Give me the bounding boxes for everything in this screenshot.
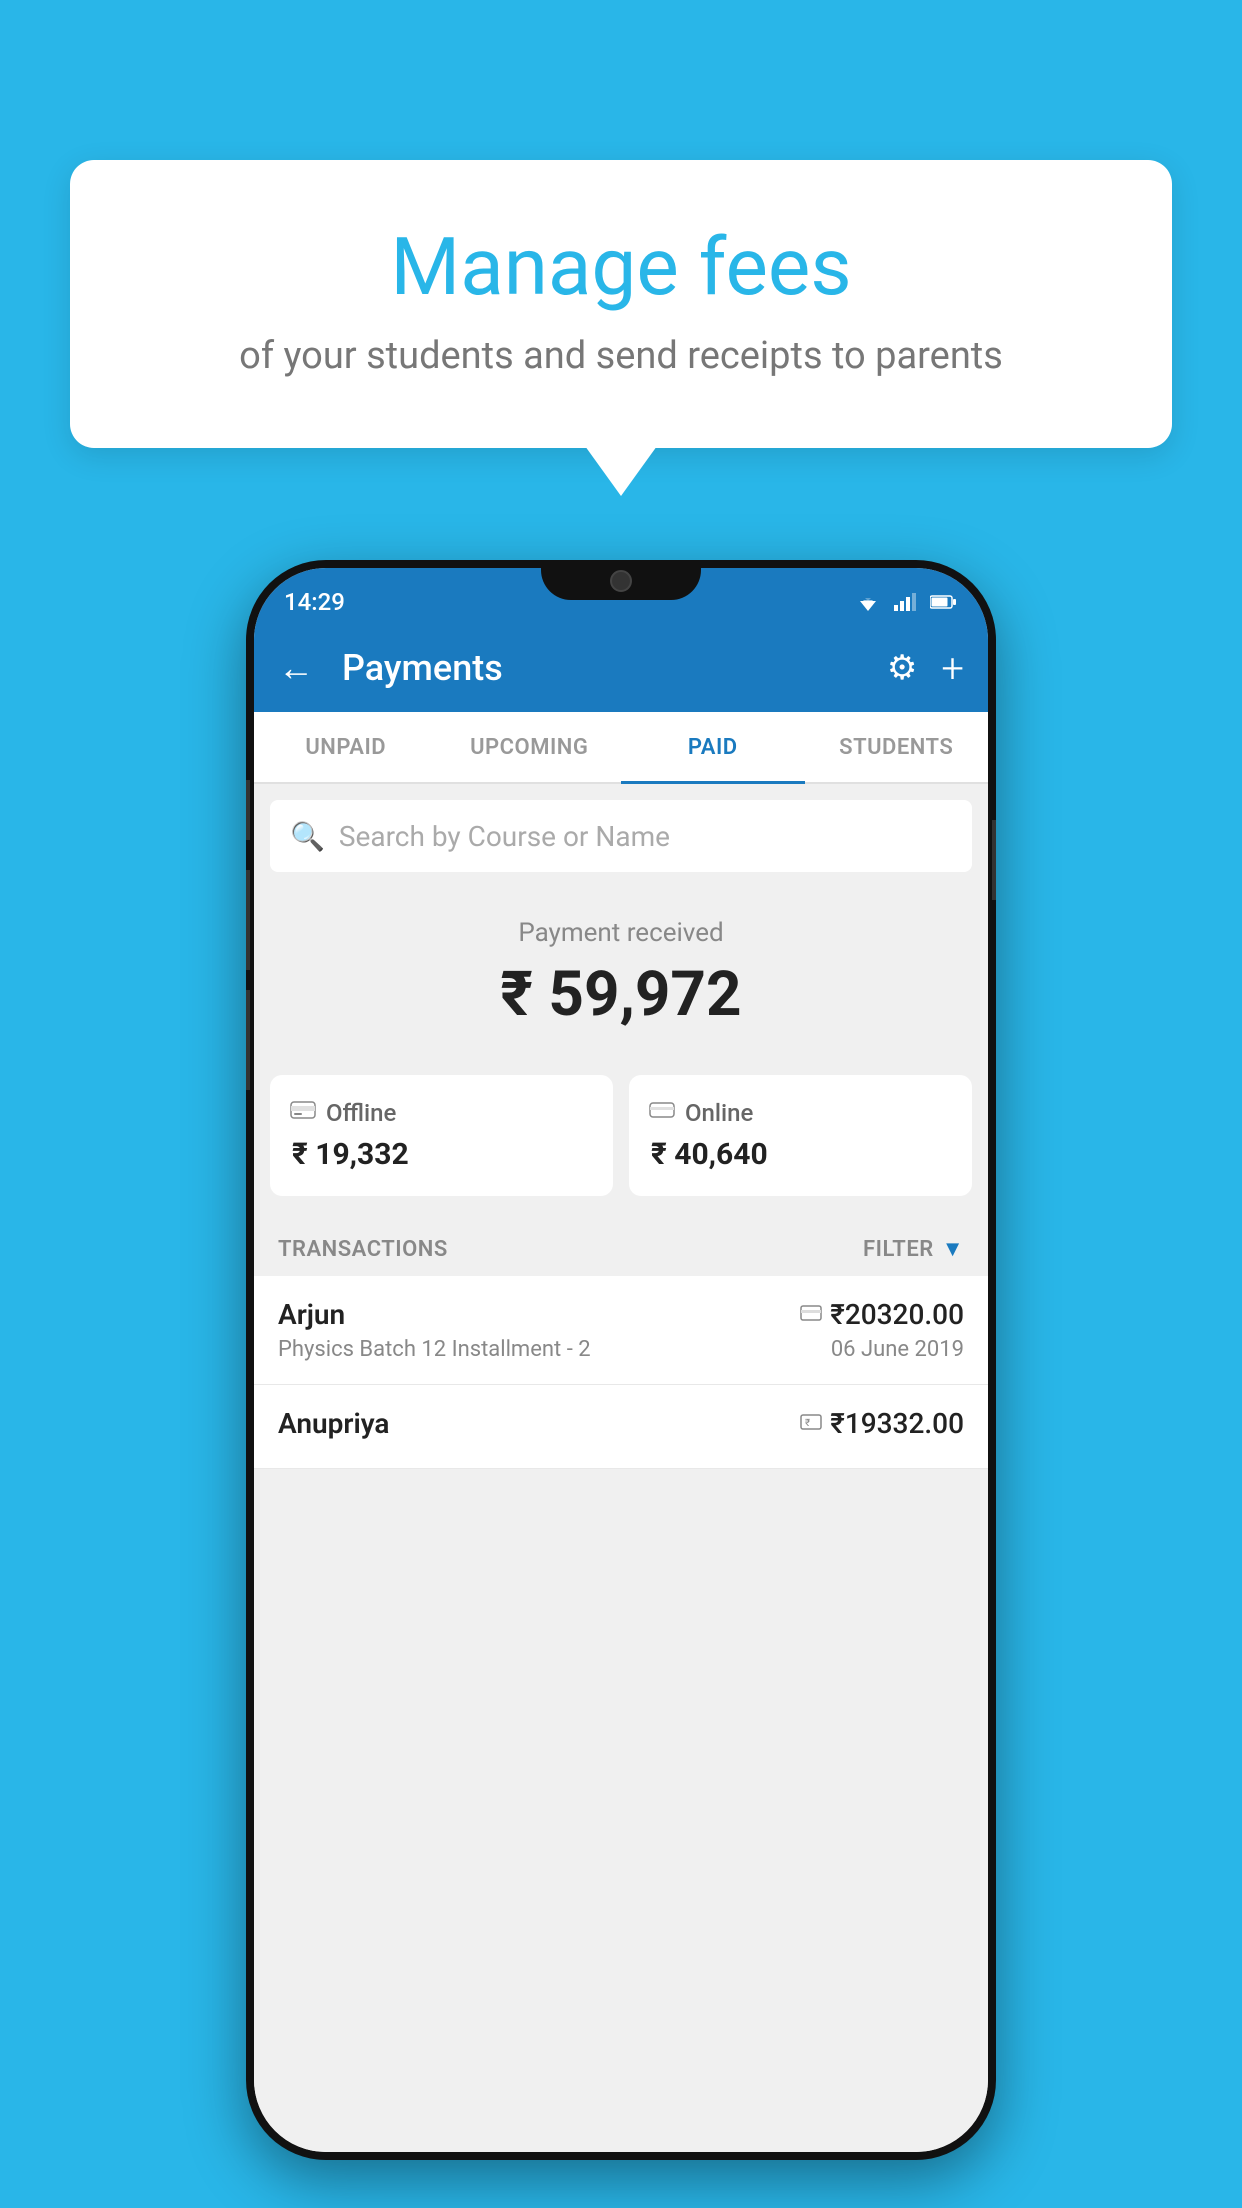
filter-icon: ▼ [942, 1236, 964, 1262]
tab-students[interactable]: STUDENTS [805, 712, 989, 782]
app-bar: ← Payments ⚙ + [254, 624, 988, 712]
filter-label: FILTER [863, 1237, 934, 1262]
back-button[interactable]: ← [278, 647, 314, 689]
transaction-amount-wrap-anupriya: ₹ ₹19332.00 [800, 1407, 964, 1440]
card-header-online: Online [649, 1099, 952, 1127]
transaction-row1-anupriya: Anupriya ₹ ₹19332.00 [278, 1407, 964, 1440]
transactions-label: TRANSACTIONS [278, 1237, 448, 1262]
volume-up-button [246, 780, 250, 840]
add-button[interactable]: + [941, 645, 964, 692]
offline-payment-card: Offline ₹ 19,332 [270, 1075, 613, 1196]
svg-text:₹: ₹ [805, 1418, 810, 1429]
phone-frame: 14:29 [246, 560, 996, 2160]
tab-unpaid[interactable]: UNPAID [254, 712, 438, 782]
transaction-amount-wrap-arjun: ₹20320.00 [800, 1298, 964, 1331]
online-card-icon [649, 1099, 675, 1127]
transactions-list: Arjun ₹20320.00 Physics [254, 1276, 988, 1469]
tab-upcoming[interactable]: UPCOMING [438, 712, 622, 782]
transaction-row2-arjun: Physics Batch 12 Installment - 2 06 June… [278, 1337, 964, 1362]
status-icons [854, 593, 958, 611]
camera-dot [610, 570, 632, 592]
battery-icon [930, 593, 958, 611]
transactions-header: TRANSACTIONS FILTER ▼ [254, 1216, 988, 1276]
transaction-name-arjun: Arjun [278, 1298, 345, 1331]
phone-screen: 14:29 [254, 568, 988, 2152]
transaction-amount-anupriya: ₹19332.00 [830, 1407, 964, 1440]
app-title: Payments [334, 647, 867, 689]
online-payment-card: Online ₹ 40,640 [629, 1075, 972, 1196]
speech-bubble: Manage fees of your students and send re… [70, 160, 1172, 448]
online-amount: ₹ 40,640 [649, 1137, 952, 1172]
transaction-name-anupriya: Anupriya [278, 1407, 389, 1440]
signal-icon [892, 593, 920, 611]
tab-bar: UNPAID UPCOMING PAID STUDENTS [254, 712, 988, 784]
search-bar[interactable]: 🔍 Search by Course or Name [270, 800, 972, 872]
payment-received-label: Payment received [274, 918, 968, 948]
main-content: 🔍 Search by Course or Name Payment recei… [254, 784, 988, 2152]
silent-button [246, 990, 250, 1090]
offline-amount: ₹ 19,332 [290, 1137, 593, 1172]
card-header-offline: Offline [290, 1099, 593, 1127]
search-icon: 🔍 [290, 820, 325, 853]
transaction-item[interactable]: Anupriya ₹ ₹19332.00 [254, 1385, 988, 1469]
bubble-title: Manage fees [110, 220, 1132, 314]
offline-payment-icon: ₹ [800, 1411, 822, 1436]
online-payment-icon [800, 1302, 822, 1327]
payment-cards-row: Offline ₹ 19,332 Online ₹ 4 [270, 1075, 972, 1216]
settings-icon[interactable]: ⚙ [887, 648, 917, 688]
payment-received-section: Payment received ₹ 59,972 [254, 888, 988, 1075]
transaction-amount-arjun: ₹20320.00 [830, 1298, 964, 1331]
transaction-row1-arjun: Arjun ₹20320.00 [278, 1298, 964, 1331]
status-time: 14:29 [284, 588, 345, 616]
offline-label: Offline [326, 1099, 396, 1127]
offline-card-icon [290, 1099, 316, 1127]
payment-received-amount: ₹ 59,972 [274, 958, 968, 1031]
online-label: Online [685, 1099, 753, 1127]
transaction-course-arjun: Physics Batch 12 Installment - 2 [278, 1337, 591, 1362]
tab-paid[interactable]: PAID [621, 712, 805, 782]
transaction-date-arjun: 06 June 2019 [831, 1337, 964, 1362]
transaction-item[interactable]: Arjun ₹20320.00 Physics [254, 1276, 988, 1385]
phone-notch [541, 560, 701, 600]
wifi-icon [854, 593, 882, 611]
app-bar-actions: ⚙ + [887, 645, 964, 692]
power-button [992, 820, 996, 900]
filter-button[interactable]: FILTER ▼ [863, 1236, 964, 1262]
bubble-subtitle: of your students and send receipts to pa… [110, 334, 1132, 378]
search-placeholder-text: Search by Course or Name [339, 820, 670, 853]
volume-down-button [246, 870, 250, 970]
